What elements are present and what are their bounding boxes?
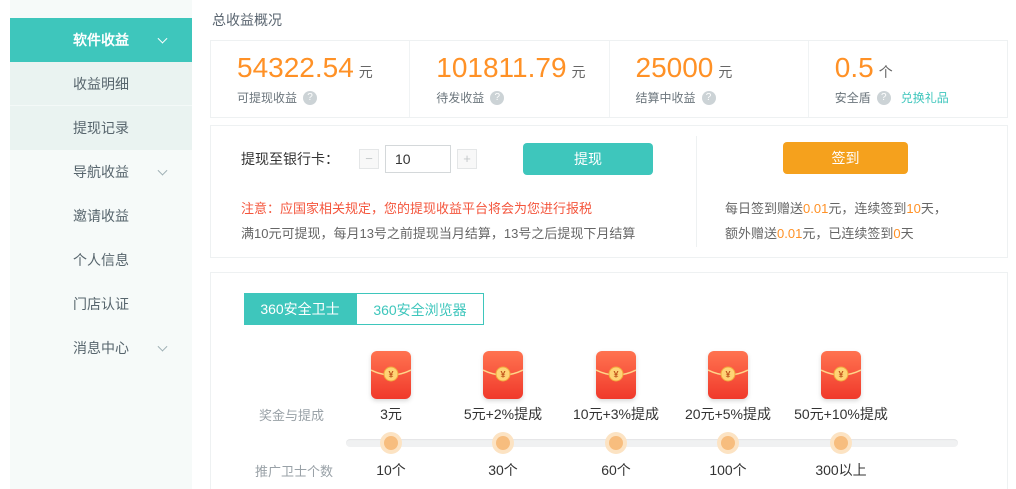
sidebar-item-label: 软件收益 <box>73 30 129 50</box>
tab-360-safeguard[interactable]: 360安全卫士 <box>244 293 356 325</box>
signin-text-part: 额外赠送 <box>725 226 777 241</box>
tier-milestone-dot <box>380 432 402 454</box>
stat-label: 待发收益 <box>436 89 484 106</box>
signin-text-part: 天， <box>921 201 947 216</box>
signin-text-part: 每日签到赠送 <box>725 201 803 216</box>
sidebar-item-label: 个人信息 <box>73 250 129 270</box>
sign-in-rules-text: 每日签到赠送0.01元，连续签到10天， 额外赠送0.01元，已连续签到0天 <box>725 196 1011 246</box>
stat-unit: 元 <box>572 64 586 80</box>
promotion-card: 360安全卫士 360安全浏览器 ¥ ¥ ¥ ¥ <box>210 272 1008 489</box>
tax-warning-text: 注意：应国家相关规定，您的提现收益平台将会为您进行报税 <box>241 198 592 217</box>
stat-value: 101811.79 <box>436 52 566 83</box>
vertical-divider <box>696 136 697 247</box>
help-icon[interactable]: ? <box>490 91 504 105</box>
tier-reward: 50元+10%提成 <box>756 404 926 424</box>
stat-value: 0.5 <box>835 52 874 83</box>
sidebar-item-label: 导航收益 <box>73 162 129 182</box>
tier-count: 300以上 <box>756 460 926 480</box>
sidebar-subgroup: 收益明细 提现记录 <box>10 62 192 150</box>
stat-label: 可提现收益 <box>237 89 297 106</box>
sidebar-item-label: 消息中心 <box>73 338 129 358</box>
svg-text:¥: ¥ <box>725 370 730 380</box>
signin-text-part: 元，连续签到 <box>828 201 906 216</box>
increase-amount-button[interactable]: + <box>457 149 477 169</box>
chevron-down-icon <box>158 166 168 176</box>
svg-text:¥: ¥ <box>500 370 505 380</box>
sidebar-item-label: 门店认证 <box>73 294 129 314</box>
stat-unit: 元 <box>718 64 732 80</box>
sidebar-item-withdraw-records[interactable]: 提现记录 <box>10 106 192 150</box>
signin-text-highlight: 0 <box>893 226 900 241</box>
help-icon[interactable]: ? <box>303 91 317 105</box>
sidebar-item-message-center[interactable]: 消息中心 <box>10 326 192 370</box>
chevron-down-icon <box>158 34 168 44</box>
signin-text-part: 天 <box>901 226 914 241</box>
page-title: 总收益概况 <box>212 10 282 30</box>
sidebar-item-personal-info[interactable]: 个人信息 <box>10 238 192 282</box>
signin-text-highlight: 0.01 <box>803 201 828 216</box>
sidebar-item-store-certification[interactable]: 门店认证 <box>10 282 192 326</box>
stat-settling: 25000元 结算中收益 ? <box>610 41 809 117</box>
stat-unit: 元 <box>359 64 373 80</box>
product-tabs: 360安全卫士 360安全浏览器 <box>244 293 484 325</box>
signin-text-highlight: 10 <box>906 201 920 216</box>
stat-pending: 101811.79 元 待发收益 ? <box>410 41 609 117</box>
help-icon[interactable]: ? <box>702 91 716 105</box>
stat-security-shield: 0.5 个 安全盾 ? 兑换礼品 <box>809 41 1007 117</box>
chevron-down-icon <box>158 342 168 352</box>
stat-label: 结算中收益 <box>636 89 696 106</box>
stat-label: 安全盾 <box>835 89 871 106</box>
stat-value: 25000 <box>636 52 714 83</box>
signin-text-highlight: 0.01 <box>777 226 802 241</box>
stat-unit: 个 <box>879 64 893 80</box>
sidebar-item-invite-earnings[interactable]: 邀请收益 <box>10 194 192 238</box>
tier-milestone-dot <box>830 432 852 454</box>
stats-card: 54322.54 元 可提现收益 ? 101811.79 元 待发收益 ? 2500… <box>210 40 1008 118</box>
sidebar-item-software-earnings[interactable]: 软件收益 <box>10 18 192 62</box>
red-envelope-icon: ¥ <box>821 351 861 399</box>
withdraw-amount-input[interactable] <box>385 145 451 173</box>
withdraw-card: 提现至银行卡： − + 提现 注意：应国家相关规定，您的提现收益平台将会为您进行… <box>210 125 1008 258</box>
withdraw-to-bank-label: 提现至银行卡： <box>241 149 339 169</box>
tier-milestone-dot <box>605 432 627 454</box>
sidebar: 软件收益 收益明细 提现记录 导航收益 邀请收益 个人信息 门店认证 消息中心 <box>10 0 192 489</box>
red-envelope-icon: ¥ <box>708 351 748 399</box>
sidebar-item-label: 收益明细 <box>73 74 129 94</box>
signin-text-part: 元，已连续签到 <box>802 226 893 241</box>
decrease-amount-button[interactable]: − <box>359 149 379 169</box>
svg-text:¥: ¥ <box>838 370 843 380</box>
stat-value: 54322.54 <box>237 52 354 83</box>
tier-milestone-dot <box>492 432 514 454</box>
red-envelope-icon: ¥ <box>371 351 411 399</box>
earnings-dashboard-page: 软件收益 收益明细 提现记录 导航收益 邀请收益 个人信息 门店认证 消息中心 <box>0 0 1016 489</box>
tier-progress-track <box>346 439 958 447</box>
sidebar-item-label: 邀请收益 <box>73 206 129 226</box>
help-icon[interactable]: ? <box>877 91 891 105</box>
red-envelope-icon: ¥ <box>596 351 636 399</box>
withdraw-button[interactable]: 提现 <box>523 143 653 175</box>
sidebar-item-navigation-earnings[interactable]: 导航收益 <box>10 150 192 194</box>
red-envelope-icon: ¥ <box>483 351 523 399</box>
sidebar-item-label: 提现记录 <box>73 118 129 138</box>
tier-milestone-dot <box>717 432 739 454</box>
tab-360-browser[interactable]: 360安全浏览器 <box>356 293 484 325</box>
svg-text:¥: ¥ <box>613 370 618 380</box>
redeem-gifts-link[interactable]: 兑换礼品 <box>901 89 949 106</box>
svg-text:¥: ¥ <box>388 370 393 380</box>
sidebar-item-earnings-detail[interactable]: 收益明细 <box>10 62 192 106</box>
withdraw-rules-text: 满10元可提现，每月13号之前提现当月结算，13号之后提现下月结算 <box>241 223 635 242</box>
stat-withdrawable: 54322.54 元 可提现收益 ? <box>211 41 410 117</box>
sign-in-button[interactable]: 签到 <box>783 142 908 174</box>
